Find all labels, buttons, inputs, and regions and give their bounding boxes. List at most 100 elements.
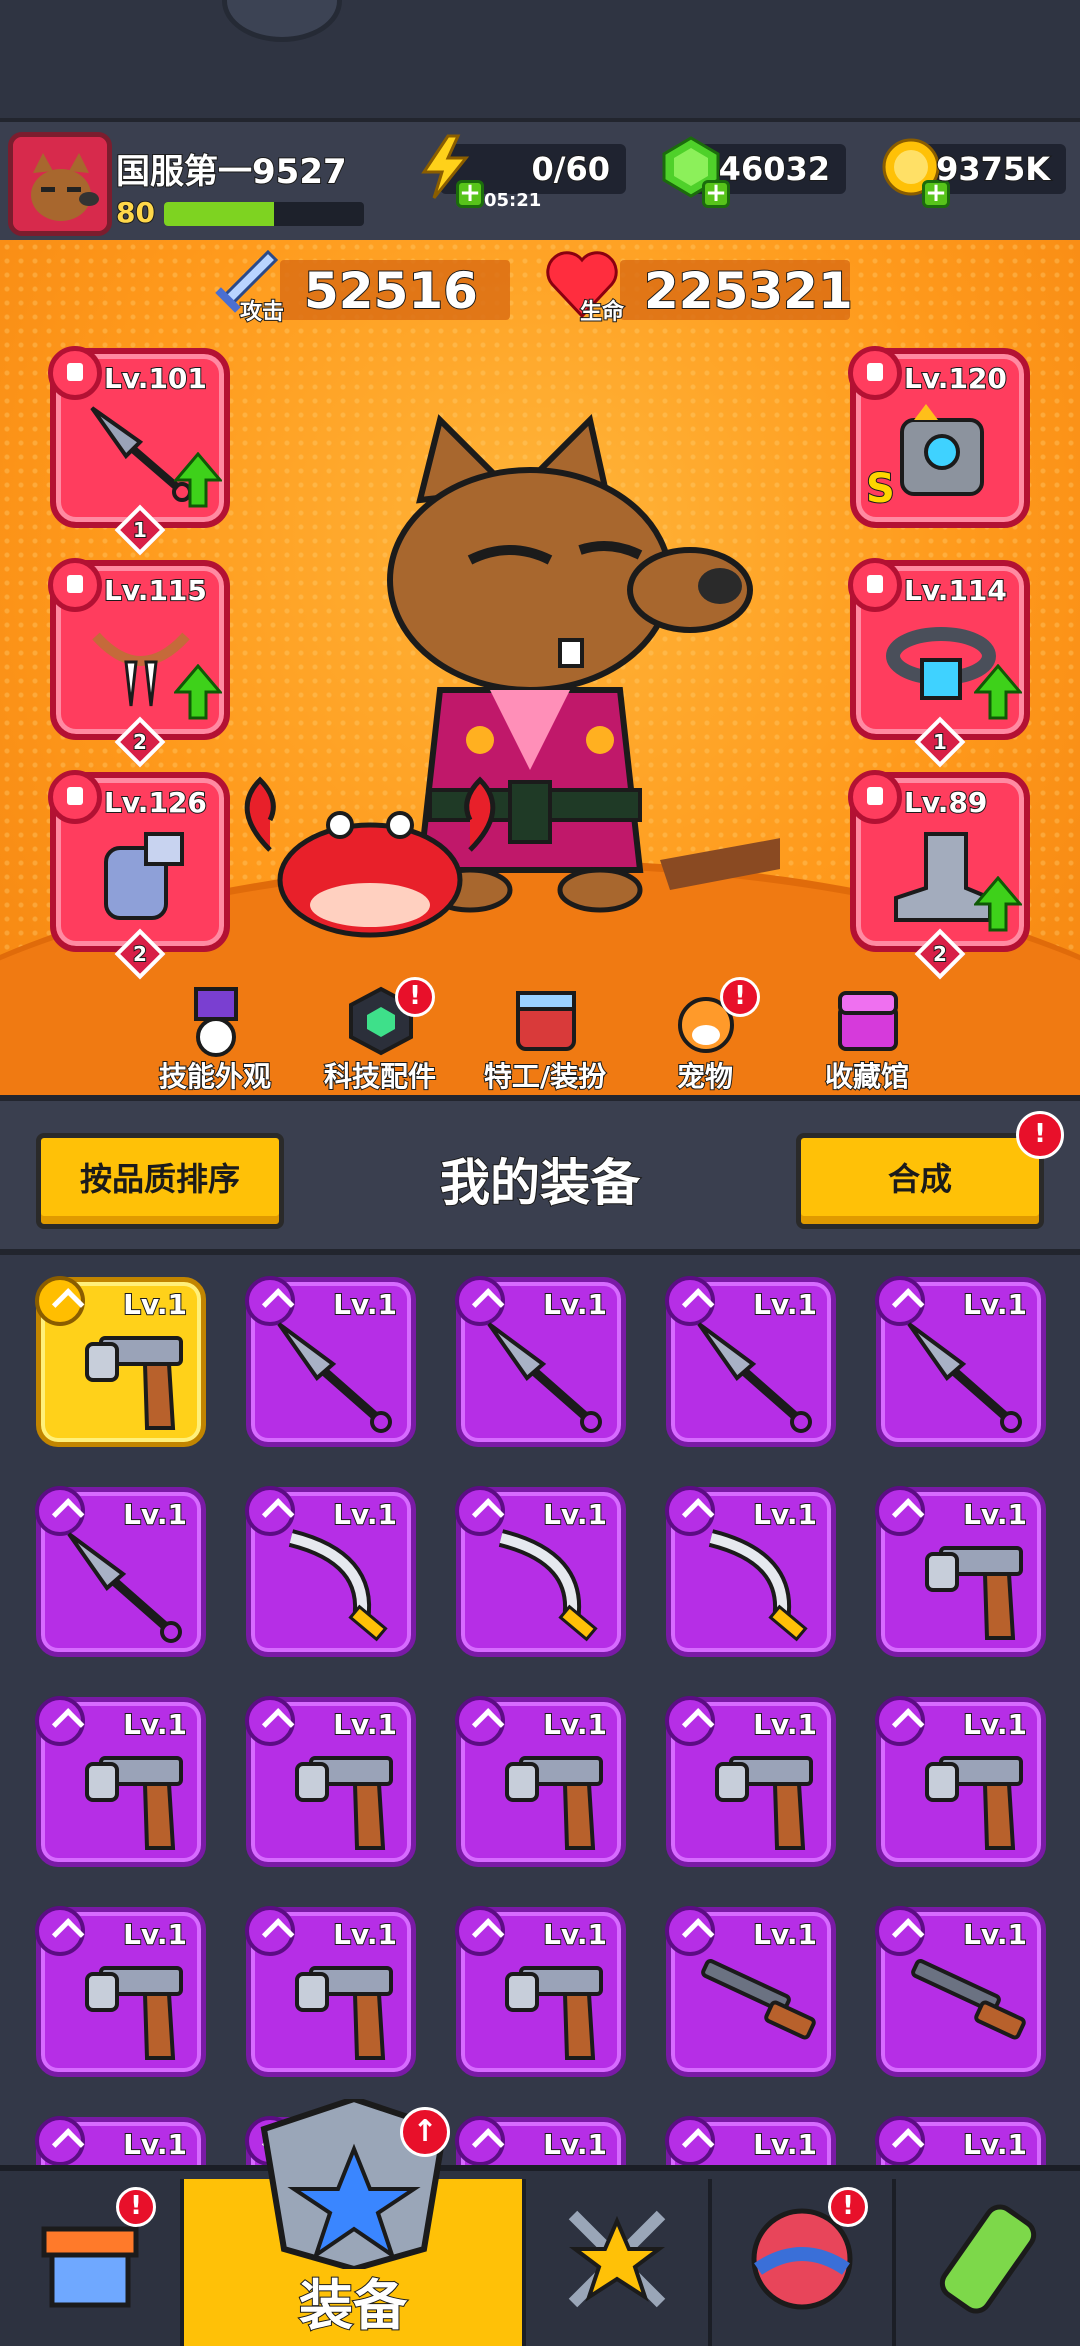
inventory-item[interactable]: Lv.1 [245,1486,416,1657]
shotgun-icon [911,1959,1026,2040]
inventory-item[interactable]: Lv.1 [455,1696,626,1867]
inventory-item[interactable]: Lv.1 [665,1486,836,1657]
weapon-type-badge-icon [35,2116,85,2165]
inventory-item[interactable]: Lv.1 [875,1486,1046,1657]
belt-slot-badge-icon [848,558,902,612]
nav-active-label: 装备 [298,2273,408,2338]
inventory-item[interactable]: Lv.1 [35,1696,206,1867]
item-level: Lv.1 [962,1917,1028,1952]
weapon-type-badge-icon [875,2116,925,2165]
inventory-item[interactable]: Lv.1 [35,1906,206,2077]
item-level: Lv.1 [122,1497,188,1532]
tech-alert-badge: ! [395,977,435,1017]
inventory-item[interactable]: Lv.1 [455,1276,626,1447]
equip-slot-weapon[interactable]: Lv.101 1 [48,346,230,556]
menu-agent-costume[interactable]: 特工/装扮 [460,985,630,1095]
gem-counter[interactable]: + 46032 [662,136,846,208]
inventory-item[interactable]: Lv.1 [455,2116,626,2165]
nav-tab-pets[interactable]: ! [712,2179,896,2346]
weapon-slot-badge-icon [48,346,102,400]
nav-tab-gene[interactable] [896,2179,1080,2346]
menu-tech-parts[interactable]: ! 科技配件 [295,977,465,1095]
player-name: 国服第一9527 [115,151,348,193]
equip-level: Lv.120 [903,361,1008,396]
item-level: Lv.1 [962,1287,1028,1322]
kunai-icon [277,1322,392,1433]
gold-value: 9375K [935,149,1051,189]
kunai-icon [697,1322,812,1433]
energy-timer: 05:21 [484,190,542,211]
energy-add-icon[interactable]: + [456,180,484,208]
bottom-nav: ! ↑ 装备 ! [0,2099,1080,2346]
equip-slot-necklace[interactable]: Lv.115 2 [48,558,230,768]
revolver-icon [925,1546,1023,1640]
inventory-item[interactable]: Lv.1 [665,2116,836,2165]
inventory-item[interactable]: Lv.1 [245,1906,416,2077]
inventory-item[interactable]: Lv.1 [455,1906,626,2077]
item-level: Lv.1 [752,1497,818,1532]
item-level: Lv.1 [542,2127,608,2162]
merge-button[interactable]: 合成 [796,1133,1044,1229]
equip-slot-boots[interactable]: Lv.89 2 [848,770,1030,980]
equip-level: Lv.114 [903,573,1008,608]
top-status-area [0,0,1080,118]
armor-slot-badge-icon [848,346,902,400]
boots-slot-badge-icon [848,770,902,824]
inventory-item[interactable]: Lv.1 [875,2116,1046,2165]
dna-capsule-icon [939,2204,1037,2314]
menu-pets[interactable]: ! 宠物 [620,977,790,1095]
item-level: Lv.1 [542,1287,608,1322]
menu-label: 技能外观 [158,1059,272,1094]
inventory-item[interactable]: Lv.1 [665,1906,836,2077]
menu-collection[interactable]: 收藏馆 [782,985,952,1095]
menu-skill-skin[interactable]: 技能外观 [130,985,300,1095]
inventory-item[interactable]: Lv.1 [245,1696,416,1867]
gem-value: 46032 [718,149,831,189]
nav-tab-shop[interactable]: ! [0,2179,184,2346]
attack-stat: 攻击 52516 [215,249,510,326]
energy-counter[interactable]: + 0/60 [421,134,626,208]
hp-label: 生命 [579,299,625,326]
equip-slot-gloves[interactable]: Lv.126 2 [48,770,230,980]
shop-alert-badge: ! [116,2187,156,2227]
nav-tab-equipment[interactable]: ↑ 装备 [184,2099,526,2346]
weapon-type-badge-icon [455,2116,505,2165]
item-level: Lv.1 [962,2127,1028,2162]
player-level: 80 [115,195,156,230]
gold-counter[interactable]: + 9375K [882,138,1066,208]
scimitar-icon [498,1529,598,1642]
inventory-item[interactable]: Lv.1 [875,1696,1046,1867]
item-level: Lv.1 [542,1707,608,1742]
revolver-icon [85,1756,183,1850]
player-avatar[interactable] [8,132,112,236]
menu-label: 宠物 [676,1059,734,1094]
equip-slot-armor[interactable]: Lv.120 S [848,346,1030,528]
kunai-icon [907,1322,1022,1433]
item-level: Lv.1 [332,1497,398,1532]
agent-head-icon [516,991,576,1051]
inventory-item[interactable]: Lv.1 [665,1696,836,1867]
inventory-item[interactable]: Lv.1 [875,1906,1046,2077]
revolver-icon [505,1966,603,2060]
sort-by-quality-button[interactable]: 按品质排序 [36,1133,284,1229]
inventory-item[interactable]: Lv.1 [875,1276,1046,1447]
inventory-item[interactable]: Lv.1 [665,1276,836,1447]
nav-tab-battle[interactable] [526,2179,712,2346]
revolver-icon [295,1966,393,2060]
item-level: Lv.1 [752,1707,818,1742]
item-level: Lv.1 [542,1917,608,1952]
kunai-icon [67,1532,182,1643]
inventory-item[interactable]: Lv.1 [35,2116,206,2165]
equip-level: Lv.126 [103,785,208,820]
upgrade-arrow-icon [174,452,222,508]
inventory-item[interactable]: Lv.1 [35,1486,206,1657]
inventory-item[interactable]: Lv.1 [35,1276,206,1447]
upgrade-arrow-icon [974,664,1022,720]
inventory-item[interactable]: Lv.1 [245,1276,416,1447]
equip-slot-belt[interactable]: Lv.114 1 [848,558,1030,768]
top-pet-bubble-icon [222,0,342,42]
grade-s-label: S [865,465,896,513]
revolver-icon [85,1966,183,2060]
revolver-icon [715,1756,813,1850]
inventory-item[interactable]: Lv.1 [455,1486,626,1657]
